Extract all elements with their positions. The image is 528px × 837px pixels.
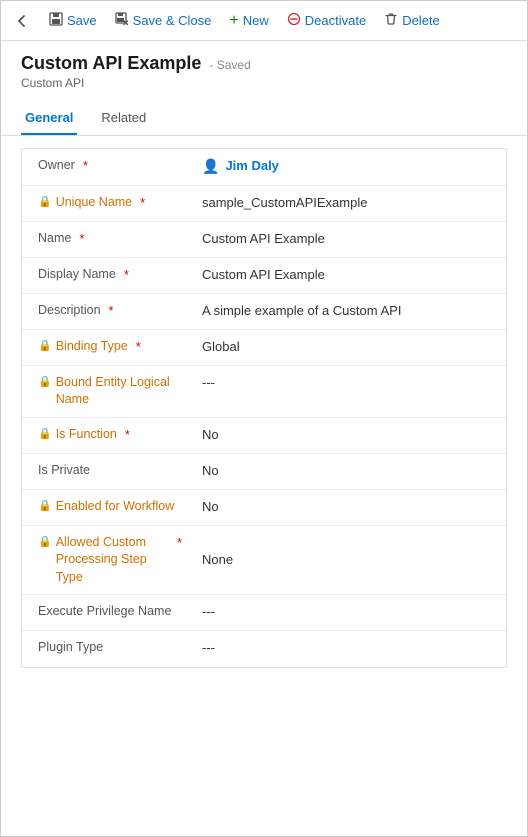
- field-row-display-name: Display Name * Custom API Example: [22, 258, 506, 294]
- save-close-icon: [115, 12, 129, 29]
- required-star-binding-type: *: [136, 338, 141, 356]
- field-row-execute-privilege: Execute Privilege Name ---: [22, 595, 506, 631]
- field-row-description: Description * A simple example of a Cust…: [22, 294, 506, 330]
- field-row-is-private: Is Private No: [22, 454, 506, 490]
- toolbar: Save Save & Close + New Deactivate: [1, 1, 527, 41]
- label-allowed-custom: 🔒 Allowed Custom Processing Step Type *: [22, 526, 192, 595]
- save-close-label: Save & Close: [133, 13, 212, 28]
- value-allowed-custom: None: [192, 543, 506, 577]
- label-bound-entity: 🔒 Bound Entity Logical Name: [22, 366, 192, 417]
- value-is-function: No: [192, 418, 506, 452]
- value-binding-type: Global: [192, 330, 506, 364]
- label-display-name: Display Name *: [22, 258, 192, 292]
- new-button[interactable]: + New: [221, 8, 276, 34]
- tab-general[interactable]: General: [21, 102, 77, 135]
- page-header: Custom API Example - Saved Custom API: [1, 41, 527, 94]
- field-row-name: Name * Custom API Example: [22, 222, 506, 258]
- new-icon: +: [229, 13, 238, 29]
- deactivate-button[interactable]: Deactivate: [279, 7, 374, 34]
- required-star-owner: *: [83, 157, 88, 175]
- lock-icon-bound-entity: 🔒: [38, 375, 52, 390]
- label-name: Name *: [22, 222, 192, 256]
- required-star-is-function: *: [125, 426, 130, 444]
- page-subtitle: Custom API: [21, 76, 507, 90]
- deactivate-label: Deactivate: [305, 13, 366, 28]
- field-row-enabled-workflow: 🔒 Enabled for Workflow No: [22, 490, 506, 526]
- deactivate-icon: [287, 12, 301, 29]
- field-row-unique-name: 🔒 Unique Name * sample_CustomAPIExample: [22, 186, 506, 222]
- value-plugin-type: ---: [192, 631, 506, 665]
- value-description: A simple example of a Custom API: [192, 294, 506, 328]
- label-owner: Owner *: [22, 149, 192, 183]
- save-icon: [49, 12, 63, 29]
- value-enabled-workflow: No: [192, 490, 506, 524]
- required-star-name: *: [79, 230, 84, 248]
- field-row-bound-entity: 🔒 Bound Entity Logical Name ---: [22, 366, 506, 418]
- delete-label: Delete: [402, 13, 440, 28]
- back-button[interactable]: [11, 10, 33, 32]
- value-display-name: Custom API Example: [192, 258, 506, 292]
- lock-icon-unique-name: 🔒: [38, 195, 52, 210]
- label-enabled-workflow: 🔒 Enabled for Workflow: [22, 490, 192, 524]
- field-row-plugin-type: Plugin Type ---: [22, 631, 506, 667]
- field-row-allowed-custom: 🔒 Allowed Custom Processing Step Type * …: [22, 526, 506, 596]
- value-execute-privilege: ---: [192, 595, 506, 629]
- save-label: Save: [67, 13, 97, 28]
- required-star-description: *: [109, 302, 114, 320]
- lock-icon-binding-type: 🔒: [38, 339, 52, 354]
- label-description: Description *: [22, 294, 192, 328]
- field-row-owner: Owner * 👤 Jim Daly: [22, 149, 506, 186]
- saved-badge: - Saved: [209, 58, 250, 72]
- new-label: New: [243, 13, 269, 28]
- lock-icon-is-function: 🔒: [38, 427, 52, 442]
- required-star-display-name: *: [124, 266, 129, 284]
- value-is-private: No: [192, 454, 506, 488]
- tabs: General Related: [1, 102, 527, 136]
- label-unique-name: 🔒 Unique Name *: [22, 186, 192, 220]
- lock-icon-enabled-workflow: 🔒: [38, 499, 52, 514]
- label-is-private: Is Private: [22, 454, 192, 488]
- tab-related[interactable]: Related: [97, 102, 150, 135]
- field-row-binding-type: 🔒 Binding Type * Global: [22, 330, 506, 366]
- lock-icon-allowed-custom: 🔒: [38, 535, 52, 550]
- page-title: Custom API Example: [21, 53, 201, 74]
- label-is-function: 🔒 Is Function *: [22, 418, 192, 452]
- field-row-is-function: 🔒 Is Function * No: [22, 418, 506, 454]
- value-bound-entity: ---: [192, 366, 506, 400]
- delete-button[interactable]: Delete: [376, 7, 448, 34]
- save-button[interactable]: Save: [41, 7, 105, 34]
- label-plugin-type: Plugin Type: [22, 631, 192, 665]
- required-star-allowed-custom: *: [177, 534, 182, 552]
- form-section: Owner * 👤 Jim Daly 🔒 Unique Name * sampl…: [21, 148, 507, 668]
- label-execute-privilege: Execute Privilege Name: [22, 595, 192, 629]
- value-unique-name: sample_CustomAPIExample: [192, 186, 506, 220]
- value-name: Custom API Example: [192, 222, 506, 256]
- save-close-button[interactable]: Save & Close: [107, 7, 220, 34]
- label-binding-type: 🔒 Binding Type *: [22, 330, 192, 364]
- user-icon: 👤: [202, 157, 219, 177]
- required-star-unique-name: *: [140, 194, 145, 212]
- delete-icon: [384, 12, 398, 29]
- value-owner[interactable]: 👤 Jim Daly: [192, 149, 506, 185]
